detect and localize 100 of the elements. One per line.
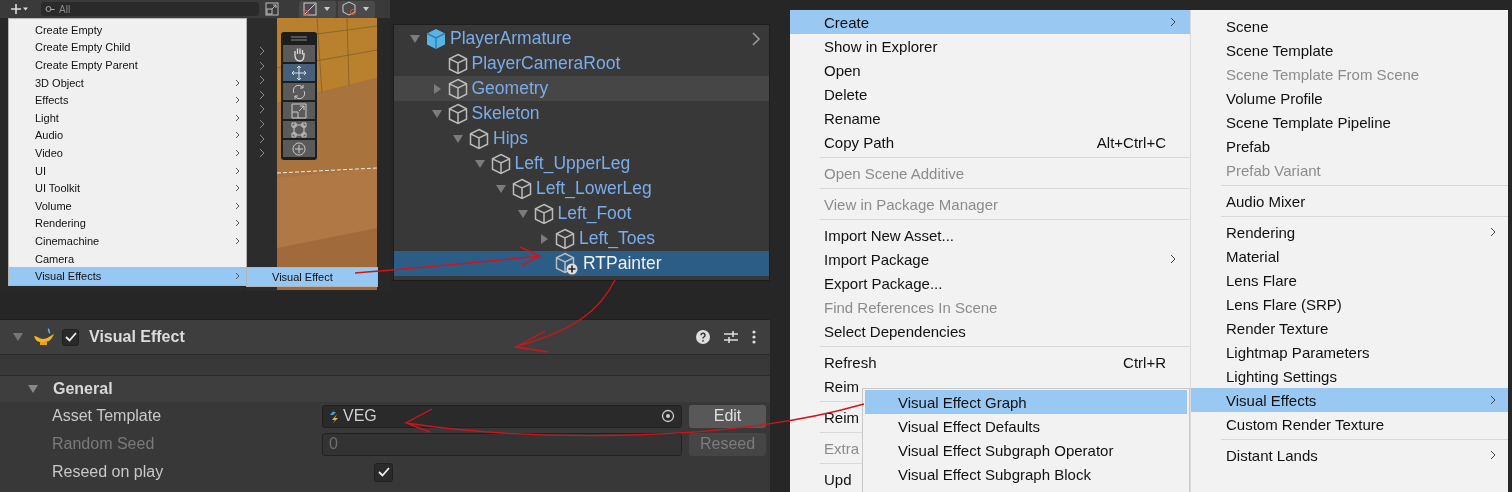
object-name: PlayerCameraRoot bbox=[471, 53, 622, 74]
object-name: Hips bbox=[493, 128, 529, 149]
hierarchy-row[interactable]: Left_UpperLeg bbox=[394, 151, 769, 176]
rect-tool[interactable] bbox=[283, 121, 315, 138]
chevron-icon bbox=[259, 89, 265, 100]
menu-item[interactable]: Select Dependencies bbox=[790, 319, 1190, 343]
expanded-arrow-icon[interactable] bbox=[409, 32, 421, 45]
hierarchy-row[interactable]: Skeleton bbox=[394, 101, 769, 126]
menu-item[interactable]: Custom Render Texture bbox=[1191, 412, 1508, 436]
menu-item[interactable]: Material bbox=[1191, 244, 1508, 268]
menu-item[interactable]: Create Empty Parent bbox=[9, 56, 246, 74]
menu-item[interactable]: Audio bbox=[9, 126, 246, 145]
hierarchy-row[interactable]: RTPainter bbox=[394, 251, 769, 276]
menu-item[interactable]: Visual Effect Defaults bbox=[865, 414, 1187, 438]
more-icon[interactable] bbox=[752, 330, 756, 345]
check-icon bbox=[64, 332, 77, 343]
move-icon bbox=[291, 64, 307, 81]
collapsed-arrow-icon[interactable] bbox=[538, 232, 550, 245]
settings-icon[interactable] bbox=[724, 330, 738, 345]
cube-icon bbox=[512, 177, 532, 200]
cube-icon bbox=[447, 77, 468, 100]
chevron-icon bbox=[235, 272, 240, 281]
menu-item[interactable]: Export Package... bbox=[790, 271, 1190, 295]
menu-item[interactable]: Effects bbox=[9, 91, 246, 109]
rotate-tool[interactable] bbox=[283, 83, 315, 100]
menu-item[interactable]: Show in Explorer bbox=[790, 34, 1190, 58]
hand-tool[interactable] bbox=[283, 45, 315, 62]
menu-item[interactable]: Volume bbox=[9, 196, 246, 215]
move-tool[interactable] bbox=[283, 64, 315, 81]
hierarchy-row[interactable]: PlayerArmature bbox=[394, 26, 769, 51]
field-label: Random Seed bbox=[51, 435, 156, 454]
maximize-icon[interactable] bbox=[265, 2, 279, 16]
hierarchy-row[interactable]: Left_Toes bbox=[394, 226, 769, 251]
menu-item[interactable]: Create Empty Child bbox=[9, 38, 246, 57]
hierarchy-row[interactable]: Left_LowerLeg bbox=[394, 176, 769, 201]
menu-item[interactable]: Visual Effect Subgraph Block bbox=[865, 462, 1187, 486]
menu-item[interactable]: Visual Effects bbox=[1191, 388, 1508, 412]
menu-item[interactable]: Video bbox=[9, 144, 246, 162]
expanded-arrow-icon[interactable] bbox=[430, 107, 443, 120]
expanded-arrow-icon[interactable] bbox=[495, 182, 507, 195]
menu-item[interactable]: 3D Object bbox=[9, 73, 246, 92]
menu-item[interactable]: Open bbox=[790, 58, 1190, 82]
menu-item[interactable]: Render Texture bbox=[1191, 316, 1508, 340]
menu-item[interactable]: UI Toolkit bbox=[9, 179, 246, 197]
chevron-icon bbox=[259, 104, 265, 115]
menu-item[interactable]: Lightmap Parameters bbox=[1191, 340, 1508, 364]
hierarchy-row[interactable]: PlayerCameraRoot bbox=[394, 51, 769, 76]
menu-item[interactable]: UI bbox=[9, 161, 246, 180]
menu-item[interactable]: Copy Path Alt+Ctrl+C bbox=[790, 130, 1190, 154]
menu-item[interactable]: Create Empty bbox=[9, 21, 246, 39]
edit-button[interactable]: Edit bbox=[689, 404, 766, 428]
menu-item[interactable]: Light bbox=[9, 108, 246, 127]
target-icon[interactable] bbox=[661, 409, 675, 424]
vfx-asset-icon bbox=[329, 409, 339, 424]
menu-item[interactable]: Visual Effect bbox=[247, 268, 377, 286]
enable-checkbox[interactable] bbox=[62, 328, 79, 346]
hierarchy-row[interactable]: Hips bbox=[394, 126, 769, 151]
menu-item[interactable]: Visual Effect Graph bbox=[865, 390, 1187, 414]
menu-item[interactable]: Rename bbox=[790, 106, 1190, 130]
menu-item[interactable]: Lens Flare bbox=[1191, 268, 1508, 292]
menu-item[interactable]: Visual Effect Subgraph Operator bbox=[865, 438, 1187, 462]
expanded-arrow-icon[interactable] bbox=[516, 207, 529, 220]
menu-item[interactable]: Scene bbox=[1191, 14, 1508, 38]
menu-item[interactable]: Scene Template bbox=[1191, 38, 1508, 62]
menu-item[interactable]: Import Package bbox=[790, 247, 1190, 271]
menu-item[interactable]: Lighting Settings bbox=[1191, 364, 1508, 388]
object-name: Skeleton bbox=[471, 103, 541, 124]
menu-item[interactable]: Lens Flare (SRP) bbox=[1191, 292, 1508, 316]
hierarchy-row[interactable]: Left_Foot bbox=[394, 201, 769, 226]
gizmo-dropdown[interactable] bbox=[299, 0, 336, 18]
chevron-icon bbox=[259, 133, 265, 144]
hierarchy-row[interactable]: Geometry bbox=[394, 76, 769, 101]
object-name: Left_Toes bbox=[579, 228, 656, 249]
object-field[interactable]: VEG bbox=[322, 404, 682, 428]
menu-item[interactable]: Scene Template Pipeline bbox=[1191, 110, 1508, 134]
section-title: General bbox=[53, 380, 113, 399]
rotate-icon bbox=[291, 83, 307, 100]
search-field[interactable]: All bbox=[41, 2, 259, 16]
scale-icon bbox=[291, 102, 307, 119]
shading-dropdown[interactable] bbox=[338, 0, 375, 18]
menu-item[interactable]: Volume Profile bbox=[1191, 86, 1508, 110]
menu-item[interactable]: Rendering bbox=[9, 214, 246, 233]
grip-icon[interactable] bbox=[291, 36, 307, 41]
expanded-arrow-icon[interactable] bbox=[473, 157, 486, 170]
help-icon[interactable] bbox=[696, 330, 710, 345]
menu-item[interactable]: Visual Effects bbox=[9, 267, 246, 285]
menu-item[interactable]: Prefab bbox=[1191, 134, 1508, 158]
chevron-icon bbox=[259, 75, 265, 86]
checkbox[interactable] bbox=[374, 462, 393, 482]
menu-item[interactable]: Create bbox=[790, 10, 1190, 34]
menu-item[interactable]: Delete bbox=[790, 82, 1190, 106]
scale-tool[interactable] bbox=[283, 102, 315, 119]
expanded-arrow-icon[interactable] bbox=[452, 132, 464, 145]
menu-item[interactable]: Reim bbox=[790, 374, 862, 398]
field-label: Reseed on play bbox=[51, 463, 165, 482]
chevron-icon[interactable] bbox=[752, 31, 761, 46]
transform-tool[interactable] bbox=[283, 140, 315, 157]
menu-item[interactable]: Cinemachine bbox=[9, 232, 246, 250]
object-name: Left_UpperLeg bbox=[514, 153, 632, 174]
menu-item[interactable]: Camera bbox=[9, 249, 246, 268]
